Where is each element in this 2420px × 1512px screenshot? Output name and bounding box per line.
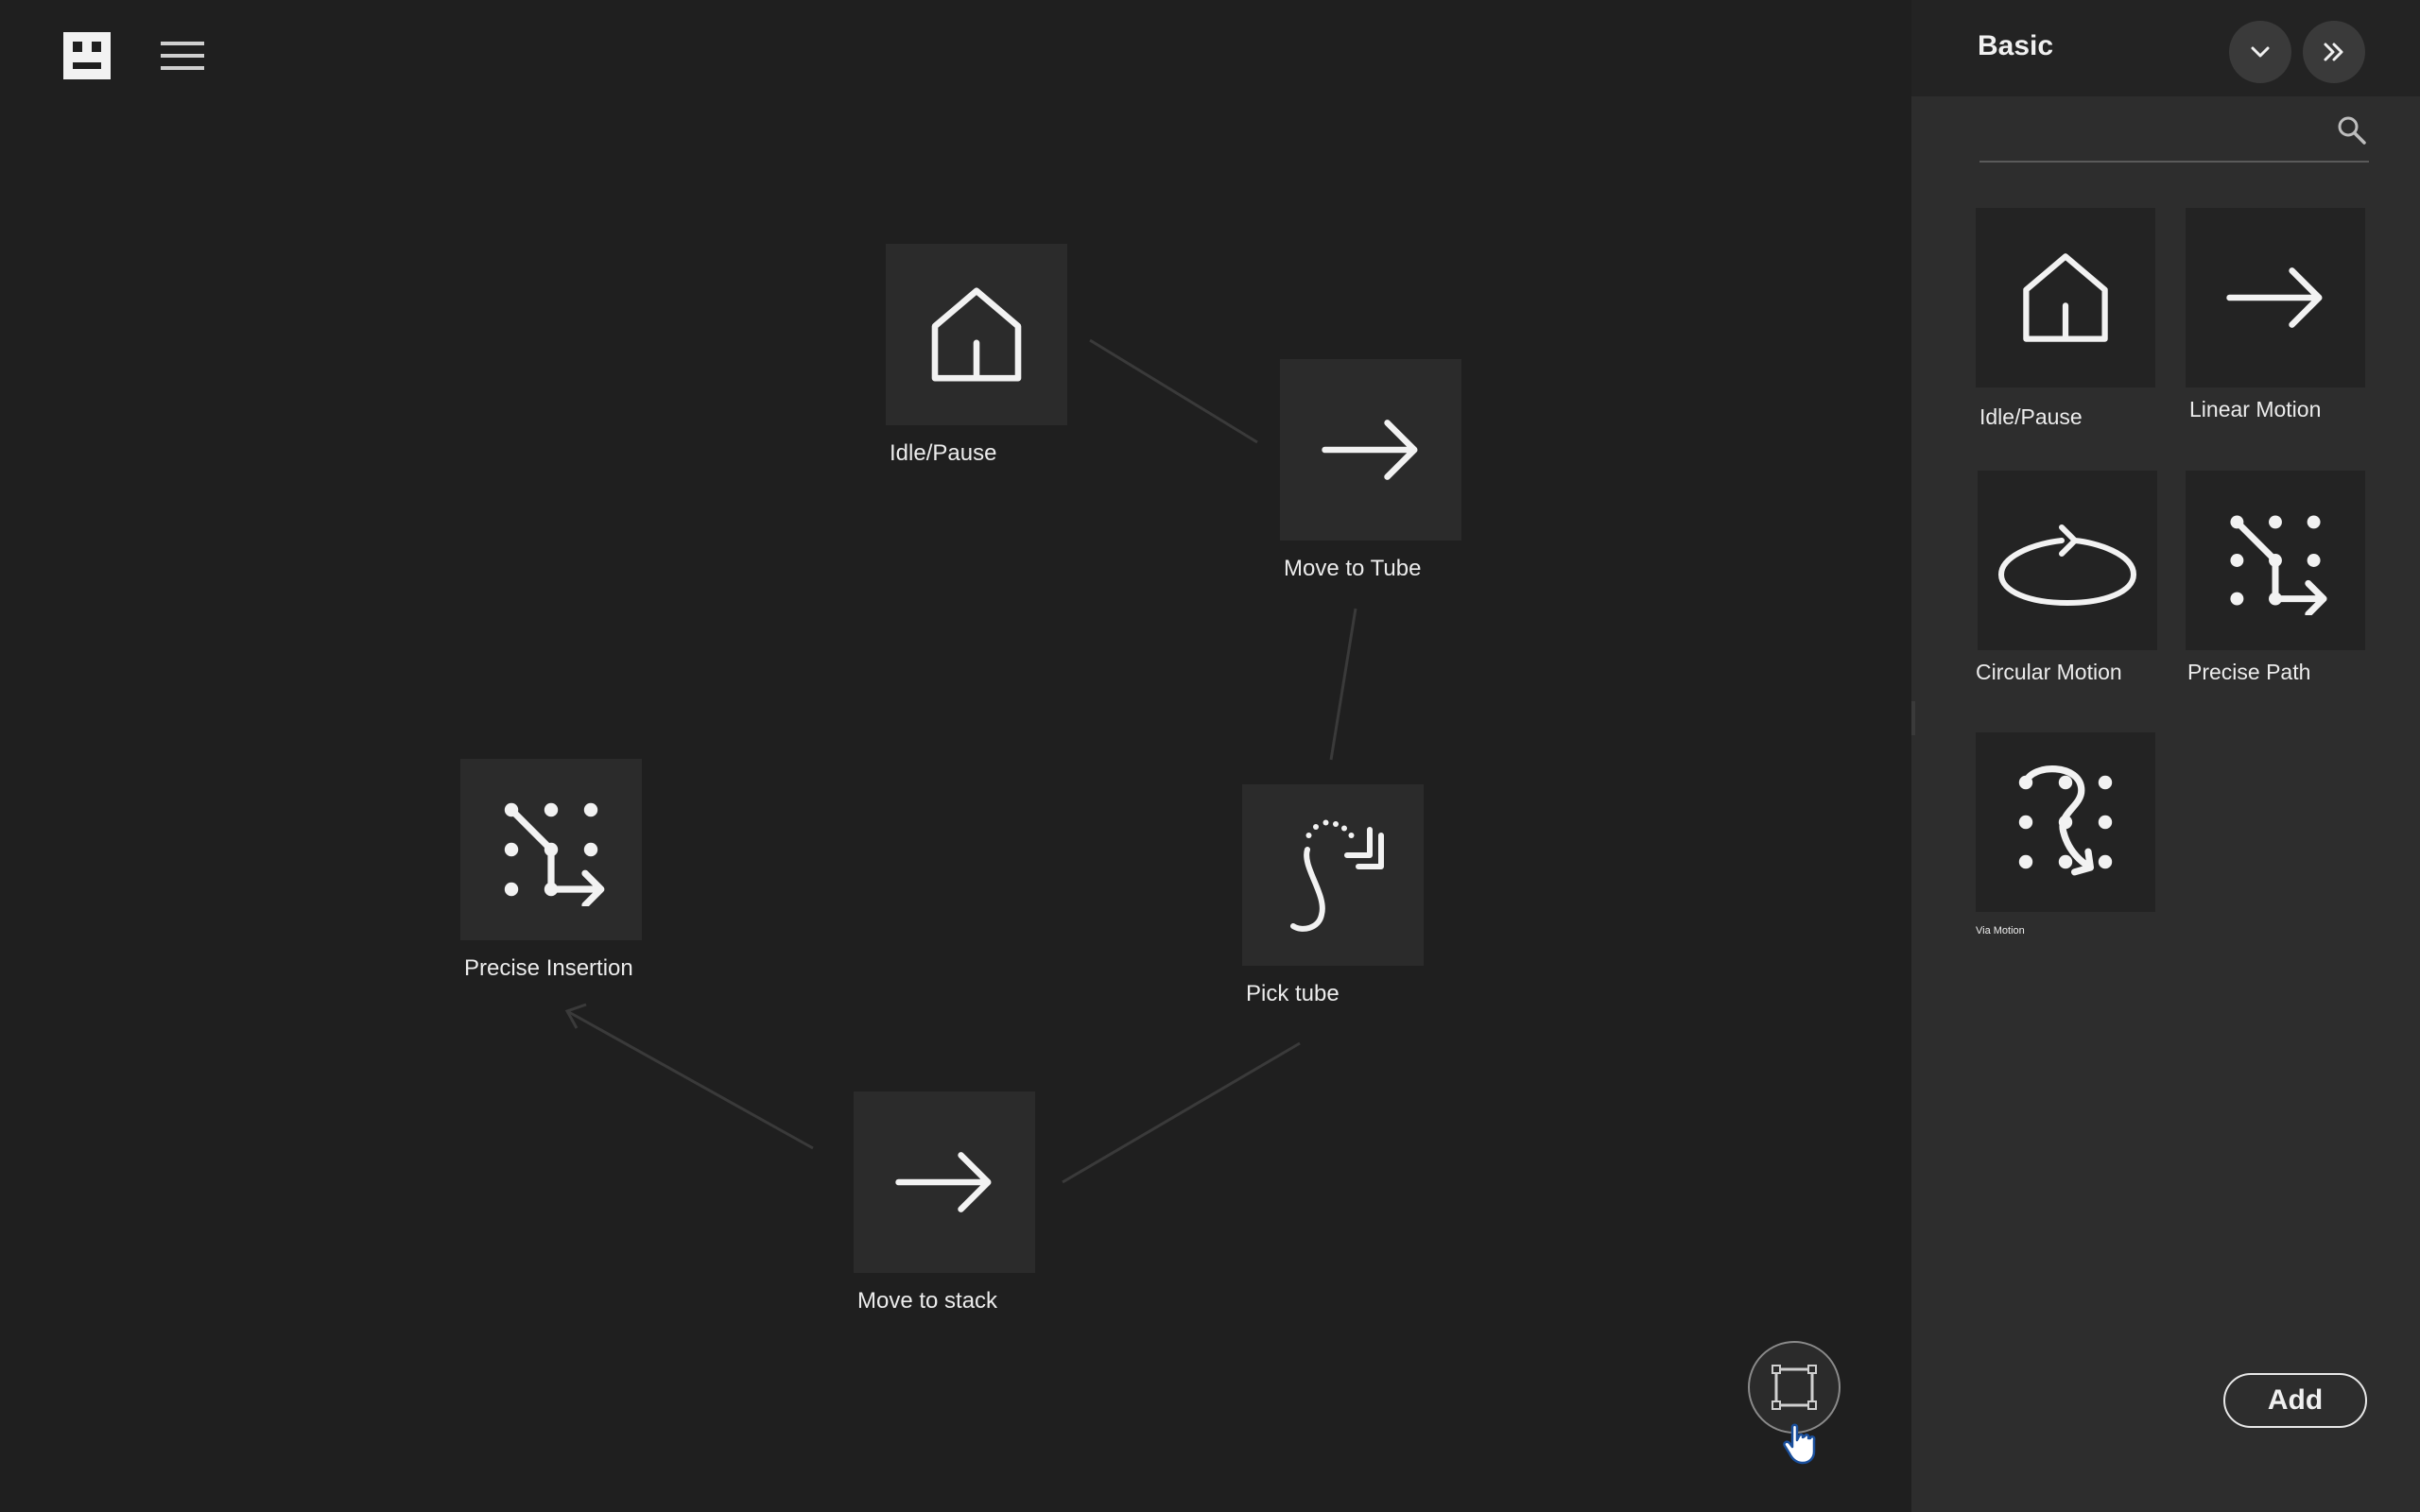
- tile-box[interactable]: [2186, 471, 2365, 650]
- node-label: Pick tube: [1246, 981, 1340, 1006]
- node-box[interactable]: [1242, 784, 1424, 966]
- edge-move-stack-to-insertion: [566, 1009, 814, 1150]
- hamburger-menu-icon[interactable]: [161, 40, 204, 72]
- pick-tube-icon: [1290, 819, 1384, 932]
- circular-motion-icon: [1998, 524, 2136, 606]
- tile-label: Via Motion: [1976, 925, 2025, 936]
- tile-box[interactable]: [2186, 208, 2365, 387]
- home-icon: [931, 287, 1022, 382]
- edge-move-tube-to-pick-tube: [1329, 608, 1357, 761]
- fit-to-screen-icon: [1772, 1365, 1817, 1410]
- tile-label: Circular Motion: [1976, 660, 2122, 684]
- node-label: Idle/Pause: [890, 440, 997, 466]
- precise-path-icon: [504, 802, 605, 906]
- arrow-right-icon: [1322, 420, 1418, 480]
- double-chevron-right-icon: [2324, 43, 2343, 61]
- chevron-down-icon: [2251, 46, 2270, 58]
- tile-label: Precise Path: [2187, 660, 2311, 684]
- flow-edges: [564, 338, 1357, 1184]
- node-label: Move to stack: [857, 1288, 998, 1314]
- node-box[interactable]: [460, 759, 642, 940]
- panel-header: Basic: [1911, 0, 2420, 96]
- hand-cursor-icon: [1783, 1423, 1816, 1465]
- robot-face-icon[interactable]: [63, 32, 111, 79]
- node-box[interactable]: [1280, 359, 1461, 541]
- motion-library-panel: Basic Idle/Pause Linear Motion Circular …: [1911, 0, 2420, 1512]
- edge-pick-tube-to-move-stack: [1062, 1041, 1301, 1184]
- tile-box[interactable]: [1976, 732, 2155, 912]
- tile-label: Linear Motion: [2189, 397, 2322, 421]
- edge-arrowhead: [564, 1003, 587, 1029]
- flow-canvas[interactable]: Idle/Pause Move to Tube Pick tube Move t…: [0, 0, 1911, 1512]
- panel-resize-handle[interactable]: [1911, 701, 1915, 735]
- search-field[interactable]: [1979, 106, 2369, 163]
- panel-title: Basic: [1978, 30, 2054, 61]
- precise-path-icon: [2230, 515, 2327, 615]
- via-motion-icon: [2018, 765, 2113, 876]
- tile-label: Idle/Pause: [1979, 404, 2083, 429]
- node-box[interactable]: [886, 244, 1067, 425]
- search-input[interactable]: [1979, 106, 2324, 161]
- arrow-right-icon: [2226, 267, 2323, 328]
- node-label: Precise Insertion: [464, 955, 633, 981]
- node-box[interactable]: [854, 1091, 1035, 1273]
- node-label: Move to Tube: [1284, 556, 1422, 581]
- tile-box[interactable]: [1976, 208, 2155, 387]
- fit-to-screen-button[interactable]: [1748, 1341, 1841, 1434]
- search-icon[interactable]: [2335, 113, 2369, 147]
- tile-box[interactable]: [1978, 471, 2157, 650]
- home-icon: [2023, 253, 2108, 342]
- arrow-right-icon: [895, 1152, 992, 1212]
- edge-idle-to-move-tube: [1089, 338, 1258, 444]
- expand-panel-button[interactable]: [2303, 21, 2365, 83]
- collapse-button[interactable]: [2229, 21, 2291, 83]
- add-button[interactable]: Add: [2223, 1373, 2367, 1428]
